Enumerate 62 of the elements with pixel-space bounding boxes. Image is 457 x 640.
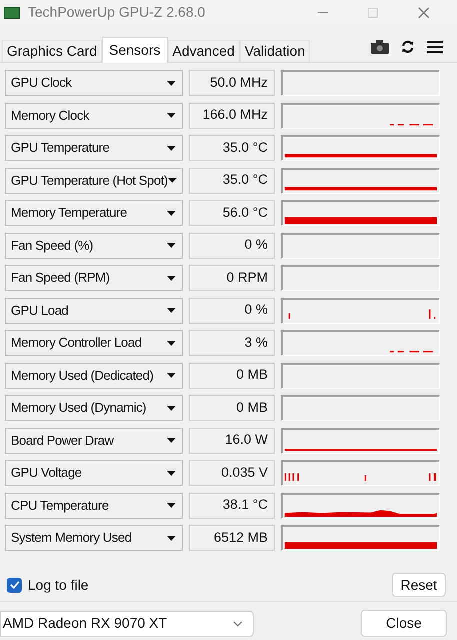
sensor-value: 35.0 °C <box>189 135 275 161</box>
dropdown-caret-icon <box>167 373 176 378</box>
window-title: TechPowerUp GPU-Z 2.68.0 <box>28 3 206 22</box>
sensor-dropdown[interactable]: Fan Speed (RPM) <box>5 265 183 291</box>
sensor-dropdown[interactable]: System Memory Used <box>5 525 183 551</box>
sensor-dropdown[interactable]: Board Power Draw <box>5 428 183 454</box>
sensor-value: 38.1 °C <box>189 492 275 518</box>
dropdown-caret-icon <box>167 276 176 280</box>
sensor-dropdown[interactable]: CPU Temperature <box>5 492 183 518</box>
sensor-value: 0 RPM <box>189 265 275 291</box>
log-checkbox[interactable] <box>7 578 22 592</box>
sensor-value: 0.035 V <box>189 460 275 486</box>
sensor-value: 35.0 °C <box>189 168 275 194</box>
dropdown-caret-icon <box>167 340 176 346</box>
sensor-dropdown[interactable]: Memory Controller Load <box>5 330 183 356</box>
dropdown-caret-icon <box>167 243 176 248</box>
sensor-dropdown[interactable]: GPU Voltage <box>5 460 183 486</box>
close-button[interactable]: Close <box>361 610 447 637</box>
dropdown-caret-icon <box>167 470 176 476</box>
sensor-dropdown[interactable]: Memory Used (Dedicated) <box>5 362 183 388</box>
sensor-value: 0 MB <box>189 395 275 421</box>
sensor-value: 50.0 MHz <box>189 70 275 96</box>
reset-button[interactable]: Reset <box>392 573 446 597</box>
camera-icon[interactable] <box>371 40 389 54</box>
sensor-value: 0 % <box>189 298 275 324</box>
dropdown-caret-icon <box>167 146 176 150</box>
sensor-value: 166.0 MHz <box>189 102 275 128</box>
sensor-dropdown[interactable]: Fan Speed (%) <box>5 232 183 258</box>
sensor-value: 56.0 °C <box>189 200 275 226</box>
sensor-dropdown[interactable]: GPU Temperature <box>5 135 183 161</box>
sensor-value: 0 % <box>189 232 275 258</box>
log-to-file-label: Log to file <box>28 576 89 595</box>
dropdown-caret-icon <box>167 536 176 540</box>
sensor-dropdown[interactable]: GPU Temperature (Hot Spot) <box>5 168 183 194</box>
chevron-down-icon <box>233 620 243 626</box>
close-icon[interactable] <box>418 6 430 18</box>
dropdown-caret-icon <box>168 178 177 183</box>
tab[interactable]: Sensors <box>102 37 168 63</box>
sensor-value: 16.0 W <box>189 428 275 454</box>
checkmark-icon <box>10 581 20 589</box>
app-icon <box>4 6 20 18</box>
menu-icon[interactable] <box>427 40 443 54</box>
sensor-dropdown[interactable]: Memory Temperature <box>5 200 183 226</box>
sensor-dropdown[interactable]: Memory Used (Dynamic) <box>5 395 183 421</box>
sensor-dropdown[interactable]: GPU Clock <box>5 70 183 96</box>
dropdown-caret-icon <box>167 308 176 313</box>
sensor-value: 6512 MB <box>189 525 275 551</box>
sensor-dropdown[interactable]: GPU Load <box>5 298 183 324</box>
dropdown-caret-icon <box>167 113 176 118</box>
dropdown-caret-icon <box>167 438 176 443</box>
tab[interactable]: Graphics Card <box>2 40 102 62</box>
gpu-select[interactable]: AMD Radeon RX 9070 XT <box>0 610 254 636</box>
sensor-dropdown[interactable]: Memory Clock <box>5 102 183 128</box>
sensor-value: 3 % <box>189 330 275 356</box>
dropdown-caret-icon <box>167 503 176 508</box>
tab[interactable]: Advanced <box>168 40 240 62</box>
dropdown-caret-icon <box>167 80 176 86</box>
refresh-icon[interactable] <box>401 40 415 54</box>
dropdown-caret-icon <box>167 406 176 410</box>
sensor-value: 0 MB <box>189 362 275 388</box>
tab[interactable]: Validation <box>240 40 310 62</box>
dropdown-caret-icon <box>167 210 176 216</box>
